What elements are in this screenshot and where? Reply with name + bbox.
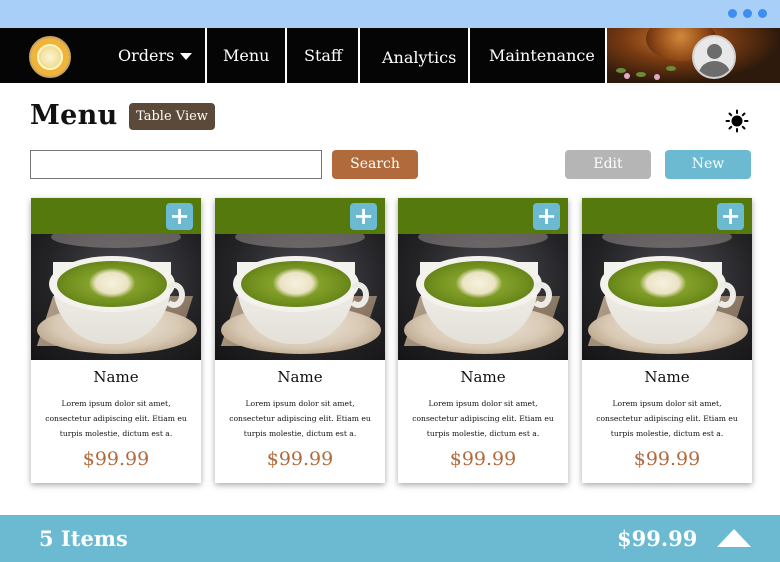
- new-button[interactable]: New: [665, 150, 751, 179]
- item-name: Name: [460, 368, 506, 386]
- edit-button[interactable]: Edit: [565, 150, 651, 179]
- menu-item-card[interactable]: + Name Lorem ipsum dolor sit amet, conse…: [582, 198, 752, 483]
- nav-orders-label: Orders: [118, 46, 175, 65]
- nav-divider: [605, 28, 607, 83]
- item-description: Lorem ipsum dolor sit amet, consectetur …: [412, 399, 554, 438]
- nav-maintenance[interactable]: Maintenance: [489, 28, 595, 83]
- window-dot-icon[interactable]: [758, 9, 767, 18]
- matcha-latte-image: [215, 234, 385, 360]
- menu-item-card[interactable]: + Name Lorem ipsum dolor sit amet, conse…: [215, 198, 385, 483]
- window-dot-icon[interactable]: [743, 9, 752, 18]
- window-dot-icon[interactable]: [728, 9, 737, 18]
- nav-divider: [358, 28, 360, 83]
- plus-icon[interactable]: +: [533, 203, 560, 230]
- cart-total: $99.99: [617, 526, 698, 551]
- window-titlebar: [0, 0, 780, 28]
- menu-item-card[interactable]: + Name Lorem ipsum dolor sit amet, conse…: [31, 198, 201, 483]
- plus-icon[interactable]: +: [166, 203, 193, 230]
- nav-menu[interactable]: Menu: [223, 28, 269, 83]
- nav-analytics[interactable]: Analytics: [382, 30, 456, 83]
- nav-divider: [205, 28, 207, 83]
- table-view-button[interactable]: Table View: [129, 103, 215, 130]
- item-price: $99.99: [449, 448, 517, 470]
- item-price: $99.99: [82, 448, 150, 470]
- chevron-down-icon: [180, 53, 193, 60]
- matcha-latte-image: [582, 234, 752, 360]
- item-description: Lorem ipsum dolor sit amet, consectetur …: [229, 399, 371, 438]
- nav-divider: [285, 28, 287, 83]
- top-nav: Orders Menu Staff Analytics Maintenance: [0, 28, 780, 83]
- item-price: $99.99: [633, 448, 701, 470]
- item-name: Name: [644, 368, 690, 386]
- user-avatar-icon[interactable]: [692, 35, 736, 79]
- item-description: Lorem ipsum dolor sit amet, consectetur …: [45, 399, 187, 438]
- nav-maintenance-label: Maintenance: [489, 46, 595, 65]
- menu-item-card[interactable]: + Name Lorem ipsum dolor sit amet, conse…: [398, 198, 568, 483]
- item-price: $99.99: [266, 448, 334, 470]
- item-name: Name: [277, 368, 323, 386]
- nav-analytics-label: Analytics: [382, 48, 457, 67]
- matcha-latte-image: [398, 234, 568, 360]
- nav-staff[interactable]: Staff: [304, 28, 342, 83]
- search-button[interactable]: Search: [332, 150, 418, 179]
- page-title: Menu: [30, 100, 118, 131]
- nav-staff-label: Staff: [304, 46, 343, 65]
- triangle-up-icon[interactable]: [717, 529, 751, 547]
- cart-footer-bar[interactable]: 5 Items $99.99: [0, 515, 780, 562]
- nav-divider: [468, 28, 470, 83]
- item-description: Lorem ipsum dolor sit amet, consectetur …: [596, 399, 738, 438]
- cart-item-count: 5 Items: [39, 526, 128, 551]
- search-input[interactable]: [30, 150, 322, 179]
- plus-icon[interactable]: +: [717, 203, 744, 230]
- plus-icon[interactable]: +: [350, 203, 377, 230]
- lemon-logo-icon[interactable]: [29, 36, 71, 78]
- sun-icon[interactable]: [725, 109, 749, 133]
- nav-menu-label: Menu: [223, 46, 270, 65]
- nav-orders[interactable]: Orders: [118, 28, 193, 83]
- matcha-latte-image: [31, 234, 201, 360]
- item-name: Name: [93, 368, 139, 386]
